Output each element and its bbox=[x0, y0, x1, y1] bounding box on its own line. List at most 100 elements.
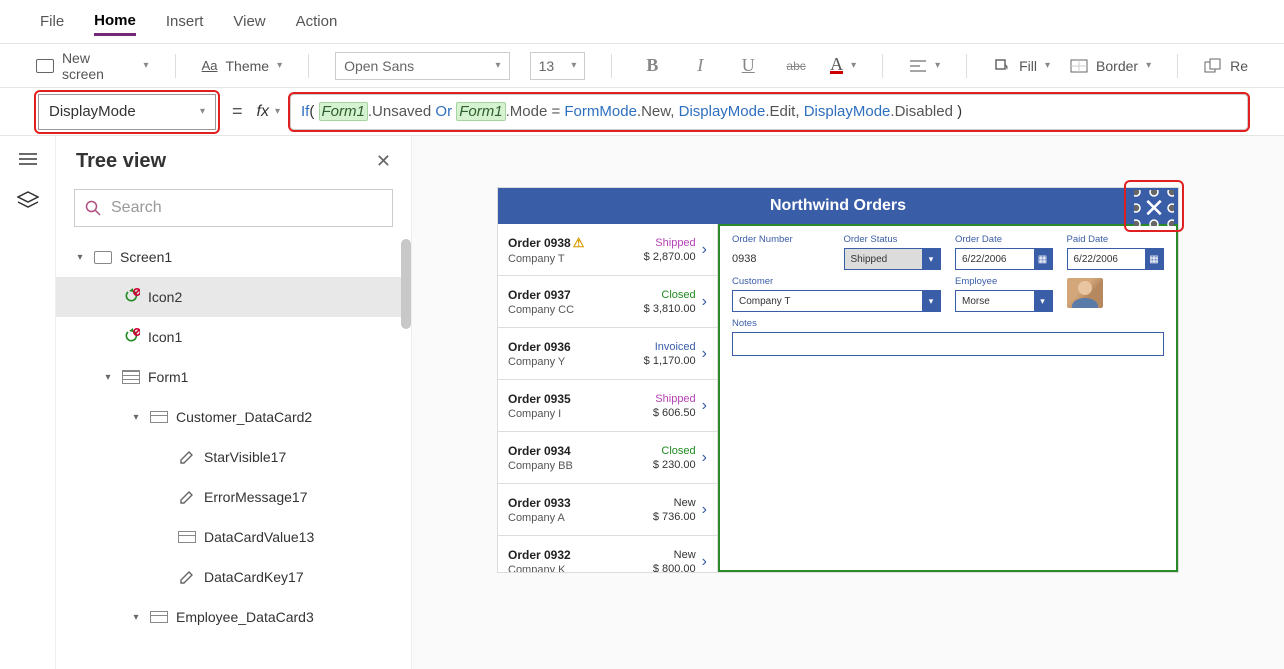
theme-button[interactable]: Aa Theme ▾ bbox=[202, 58, 283, 74]
new-screen-icon bbox=[36, 59, 54, 73]
order-number: Order 0934 bbox=[508, 444, 626, 458]
equals-sign: = bbox=[228, 101, 247, 122]
order-row[interactable]: Order 0938⚠Company TShipped$ 2,870.00› bbox=[498, 224, 717, 276]
menu-file[interactable]: File bbox=[40, 9, 64, 34]
tree-node-employee_datacard3[interactable]: ▾Employee_DataCard3 bbox=[56, 597, 411, 637]
field-label: Notes bbox=[732, 318, 1164, 329]
field-avatar bbox=[1067, 276, 1165, 312]
field-label: Paid Date bbox=[1067, 234, 1165, 245]
treeview-button[interactable] bbox=[17, 191, 39, 209]
bold-button[interactable]: B bbox=[638, 52, 666, 80]
expand-caret[interactable]: ▾ bbox=[102, 372, 114, 383]
order-row[interactable]: Order 0935Company IShipped$ 606.50› bbox=[498, 380, 717, 432]
tree-node-errormessage17[interactable]: ErrorMessage17 bbox=[56, 477, 411, 517]
layers-icon bbox=[17, 191, 39, 209]
tree-search[interactable]: Search bbox=[74, 189, 393, 227]
menu-home[interactable]: Home bbox=[94, 8, 136, 36]
font-select[interactable]: Open Sans ▾ bbox=[335, 52, 509, 80]
menu-insert[interactable]: Insert bbox=[166, 9, 204, 34]
field-paid-date: Paid Date 6/22/2006 ▦ bbox=[1067, 234, 1165, 270]
tree-node-icon1[interactable]: Icon1 bbox=[56, 317, 411, 357]
order-price: $ 2,870.00 bbox=[626, 251, 696, 263]
order-number: Order 0933 bbox=[508, 496, 626, 510]
canvas[interactable]: Northwind Orders ✕ Order 0938⚠Company TS… bbox=[412, 136, 1284, 669]
card-icon bbox=[150, 609, 168, 625]
align-icon bbox=[909, 59, 927, 73]
warning-icon: ⚠ bbox=[573, 235, 585, 251]
underline-button[interactable]: U bbox=[734, 52, 762, 80]
chevron-right-icon: › bbox=[696, 345, 707, 363]
fontsize-select[interactable]: 13 ▾ bbox=[530, 52, 586, 80]
customer-dropdown[interactable]: Company T ▾ bbox=[732, 290, 941, 312]
property-selector[interactable]: DisplayMode ▾ bbox=[38, 94, 216, 130]
chevron-down-icon: ▾ bbox=[571, 60, 576, 71]
close-tree-button[interactable]: ✕ bbox=[376, 151, 391, 172]
tree-node-starvisible17[interactable]: StarVisible17 bbox=[56, 437, 411, 477]
tree-node-datacardkey17[interactable]: DataCardKey17 bbox=[56, 557, 411, 597]
paiddate-picker[interactable]: 6/22/2006 ▦ bbox=[1067, 248, 1165, 270]
order-list[interactable]: Order 0938⚠Company TShipped$ 2,870.00›Or… bbox=[498, 224, 718, 572]
chevron-down-icon: ▾ bbox=[277, 60, 282, 71]
orderdate-picker[interactable]: 6/22/2006 ▦ bbox=[955, 248, 1053, 270]
field-value: 0938 bbox=[732, 248, 830, 270]
order-price: $ 230.00 bbox=[626, 459, 696, 471]
form-area: Order Number 0938 Order Status Shipped ▾… bbox=[718, 224, 1178, 572]
field-order-date: Order Date 6/22/2006 ▦ bbox=[955, 234, 1053, 270]
tree-node-icon2[interactable]: Icon2 bbox=[56, 277, 411, 317]
menu-view[interactable]: View bbox=[233, 9, 265, 34]
fontcolor-button[interactable]: A ▾ bbox=[830, 57, 856, 74]
border-button[interactable]: Border ▾ bbox=[1070, 58, 1151, 74]
field-order-status: Order Status Shipped ▾ bbox=[844, 234, 942, 270]
chevron-right-icon: › bbox=[696, 553, 707, 571]
theme-label: Theme bbox=[225, 58, 269, 74]
order-status: Shipped bbox=[626, 393, 696, 405]
new-screen-button[interactable]: New screen ▾ bbox=[36, 50, 149, 82]
expand-caret[interactable]: ▾ bbox=[130, 412, 142, 423]
fx-button[interactable]: fx ▾ bbox=[257, 103, 280, 121]
chevron-right-icon: › bbox=[696, 241, 707, 259]
status-dropdown[interactable]: Shipped ▾ bbox=[844, 248, 942, 270]
fill-button[interactable]: Fill ▾ bbox=[993, 58, 1050, 74]
order-row[interactable]: Order 0934Company BBClosed$ 230.00› bbox=[498, 432, 717, 484]
italic-button[interactable]: I bbox=[686, 52, 714, 80]
property-selector-wrap: DisplayMode ▾ bbox=[36, 92, 218, 132]
menu-action[interactable]: Action bbox=[296, 9, 338, 34]
pencil-icon bbox=[178, 489, 196, 505]
order-status: New bbox=[626, 549, 696, 561]
theme-icon: Aa bbox=[202, 58, 218, 73]
employee-dropdown[interactable]: Morse ▾ bbox=[955, 290, 1053, 312]
hamburger-button[interactable] bbox=[18, 150, 38, 171]
strike-button[interactable]: abc bbox=[782, 52, 810, 80]
expand-caret[interactable]: ▾ bbox=[130, 612, 142, 623]
tree-node-customer_datacard2[interactable]: ▾Customer_DataCard2 bbox=[56, 397, 411, 437]
field-label: Employee bbox=[955, 276, 1053, 287]
reorder-button[interactable]: Re bbox=[1204, 58, 1248, 74]
tree-title: Tree view bbox=[76, 150, 166, 173]
align-button[interactable]: ▾ bbox=[909, 59, 940, 73]
left-rail bbox=[0, 136, 56, 669]
field-order-number: Order Number 0938 bbox=[732, 234, 830, 270]
order-company: Company BB bbox=[508, 460, 626, 472]
scrollbar-thumb[interactable] bbox=[401, 239, 411, 329]
tree-node-form1[interactable]: ▾ Form1 bbox=[56, 357, 411, 397]
refresh-icon bbox=[122, 329, 140, 345]
order-row[interactable]: Order 0937Company CCClosed$ 3,810.00› bbox=[498, 276, 717, 328]
tree-node-label: Form1 bbox=[148, 369, 188, 385]
order-company: Company Y bbox=[508, 356, 626, 368]
calendar-icon: ▦ bbox=[1145, 249, 1163, 269]
order-row[interactable]: Order 0936Company YInvoiced$ 1,170.00› bbox=[498, 328, 717, 380]
tree-node-screen1[interactable]: ▾Screen1 bbox=[56, 237, 411, 277]
expand-caret[interactable]: ▾ bbox=[74, 252, 86, 263]
field-label: Order Number bbox=[732, 234, 830, 245]
order-row[interactable]: Order 0933Company ANew$ 736.00› bbox=[498, 484, 717, 536]
selected-cancel-icon[interactable]: ✕ bbox=[1134, 190, 1174, 226]
chevron-right-icon: › bbox=[696, 293, 707, 311]
order-row[interactable]: Order 0932Company KNew$ 800.00› bbox=[498, 536, 717, 572]
tree-node-datacardvalue13[interactable]: DataCardValue13 bbox=[56, 517, 411, 557]
order-number: Order 0936 bbox=[508, 340, 626, 354]
order-price: $ 1,170.00 bbox=[626, 355, 696, 367]
order-status: Closed bbox=[626, 445, 696, 457]
notes-input[interactable] bbox=[732, 332, 1164, 356]
formula-input[interactable]: If( Form1.Unsaved Or Form1.Mode = FormMo… bbox=[290, 94, 1248, 130]
search-icon bbox=[85, 200, 101, 216]
